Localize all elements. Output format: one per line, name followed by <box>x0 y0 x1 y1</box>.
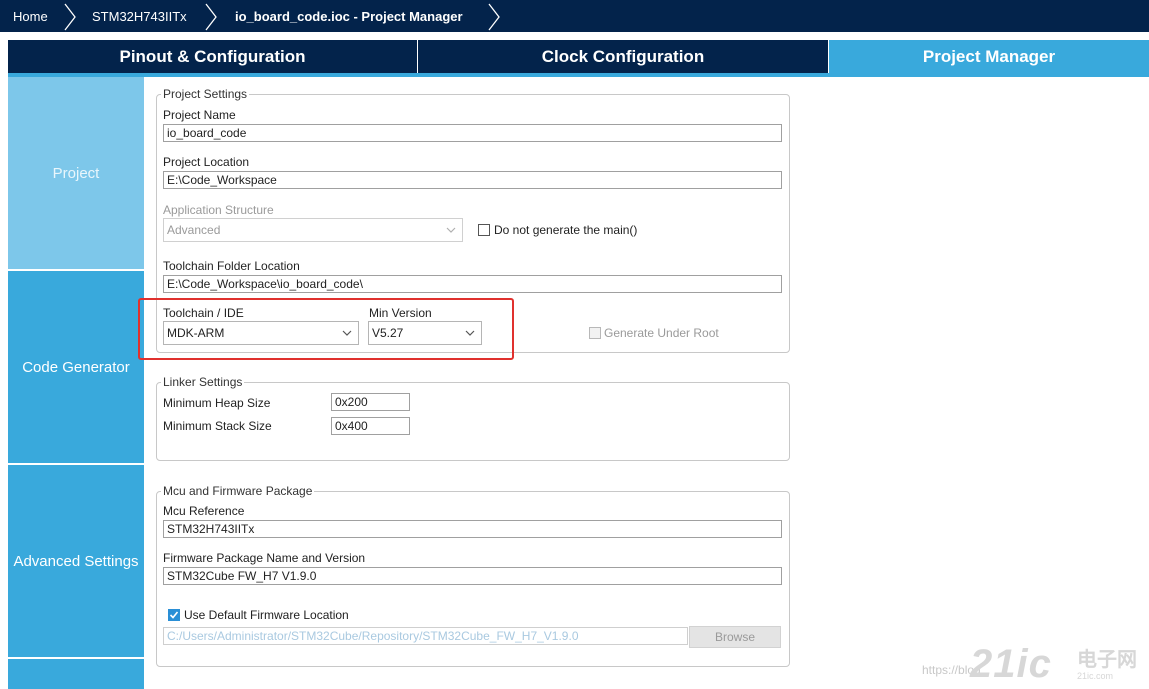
breadcrumb-device[interactable]: STM32H743IITx <box>92 0 187 34</box>
breadcrumb-home[interactable]: Home <box>13 0 48 34</box>
tab-pinout-configuration[interactable]: Pinout & Configuration <box>8 40 417 73</box>
chevron-right-icon <box>64 3 76 31</box>
mcu-firmware-legend: Mcu and Firmware Package <box>161 484 315 498</box>
watermark-logo: 21ic <box>970 642 1052 686</box>
toolchain-highlight-box <box>138 298 514 360</box>
firmware-package-label: Firmware Package Name and Version <box>163 551 366 565</box>
firmware-package-input[interactable]: STM32Cube FW_H7 V1.9.0 <box>163 567 782 585</box>
browse-button[interactable]: Browse <box>689 626 781 648</box>
generate-under-root-label: Generate Under Root <box>604 326 719 340</box>
sidebar-item-project[interactable]: Project <box>8 77 144 271</box>
project-settings-legend: Project Settings <box>161 87 250 101</box>
use-default-firmware-label: Use Default Firmware Location <box>184 608 349 622</box>
firmware-location-input[interactable]: C:/Users/Administrator/STM32Cube/Reposit… <box>163 627 688 645</box>
project-name-label: Project Name <box>163 108 236 122</box>
do-not-generate-main-label: Do not generate the main() <box>494 223 638 237</box>
project-location-input[interactable]: E:\Code_Workspace <box>163 171 782 189</box>
mcu-reference-input[interactable]: STM32H743IITx <box>163 520 782 538</box>
chevron-right-icon <box>205 3 217 31</box>
sidebar: Project Code Generator Advanced Settings <box>8 77 144 689</box>
sidebar-item-advanced-settings[interactable]: Advanced Settings <box>8 465 144 659</box>
application-structure-label: Application Structure <box>163 203 274 217</box>
project-location-label: Project Location <box>163 155 250 169</box>
watermark-cn: 电子网 <box>1077 649 1137 671</box>
checkmark-icon <box>169 611 179 619</box>
do-not-generate-main-checkbox[interactable] <box>478 224 490 236</box>
chevron-right-icon <box>488 3 500 31</box>
min-stack-size-input[interactable]: 0x400 <box>331 417 410 435</box>
breadcrumb: Home STM32H743IITx io_board_code.ioc - P… <box>0 0 1149 34</box>
watermark-domain: 21ic.com <box>1077 671 1114 681</box>
use-default-firmware-checkbox[interactable] <box>168 609 180 621</box>
toolchain-folder-input[interactable]: E:\Code_Workspace\io_board_code\ <box>163 275 782 293</box>
linker-settings-legend: Linker Settings <box>161 375 245 389</box>
app-window: Home STM32H743IITx io_board_code.ioc - P… <box>0 0 1149 689</box>
toolchain-folder-label: Toolchain Folder Location <box>163 259 300 273</box>
min-stack-size-label: Minimum Stack Size <box>163 419 272 433</box>
breadcrumb-current[interactable]: io_board_code.ioc - Project Manager <box>235 0 463 34</box>
sidebar-item-extra[interactable] <box>8 659 144 689</box>
tab-underline <box>8 73 1149 77</box>
sidebar-item-code-generator[interactable]: Code Generator <box>8 271 144 465</box>
application-structure-value: Advanced <box>167 223 221 237</box>
main-tabs: Pinout & Configuration Clock Configurati… <box>0 40 1149 73</box>
tab-clock-configuration[interactable]: Clock Configuration <box>418 40 828 73</box>
project-name-input[interactable]: io_board_code <box>163 124 782 142</box>
application-structure-select[interactable]: Advanced <box>163 218 463 242</box>
tab-project-manager[interactable]: Project Manager <box>829 40 1149 73</box>
min-heap-size-label: Minimum Heap Size <box>163 396 271 410</box>
chevron-down-icon <box>446 227 456 233</box>
generate-under-root-checkbox[interactable] <box>589 327 601 339</box>
min-heap-size-input[interactable]: 0x200 <box>331 393 410 411</box>
mcu-reference-label: Mcu Reference <box>163 504 245 518</box>
